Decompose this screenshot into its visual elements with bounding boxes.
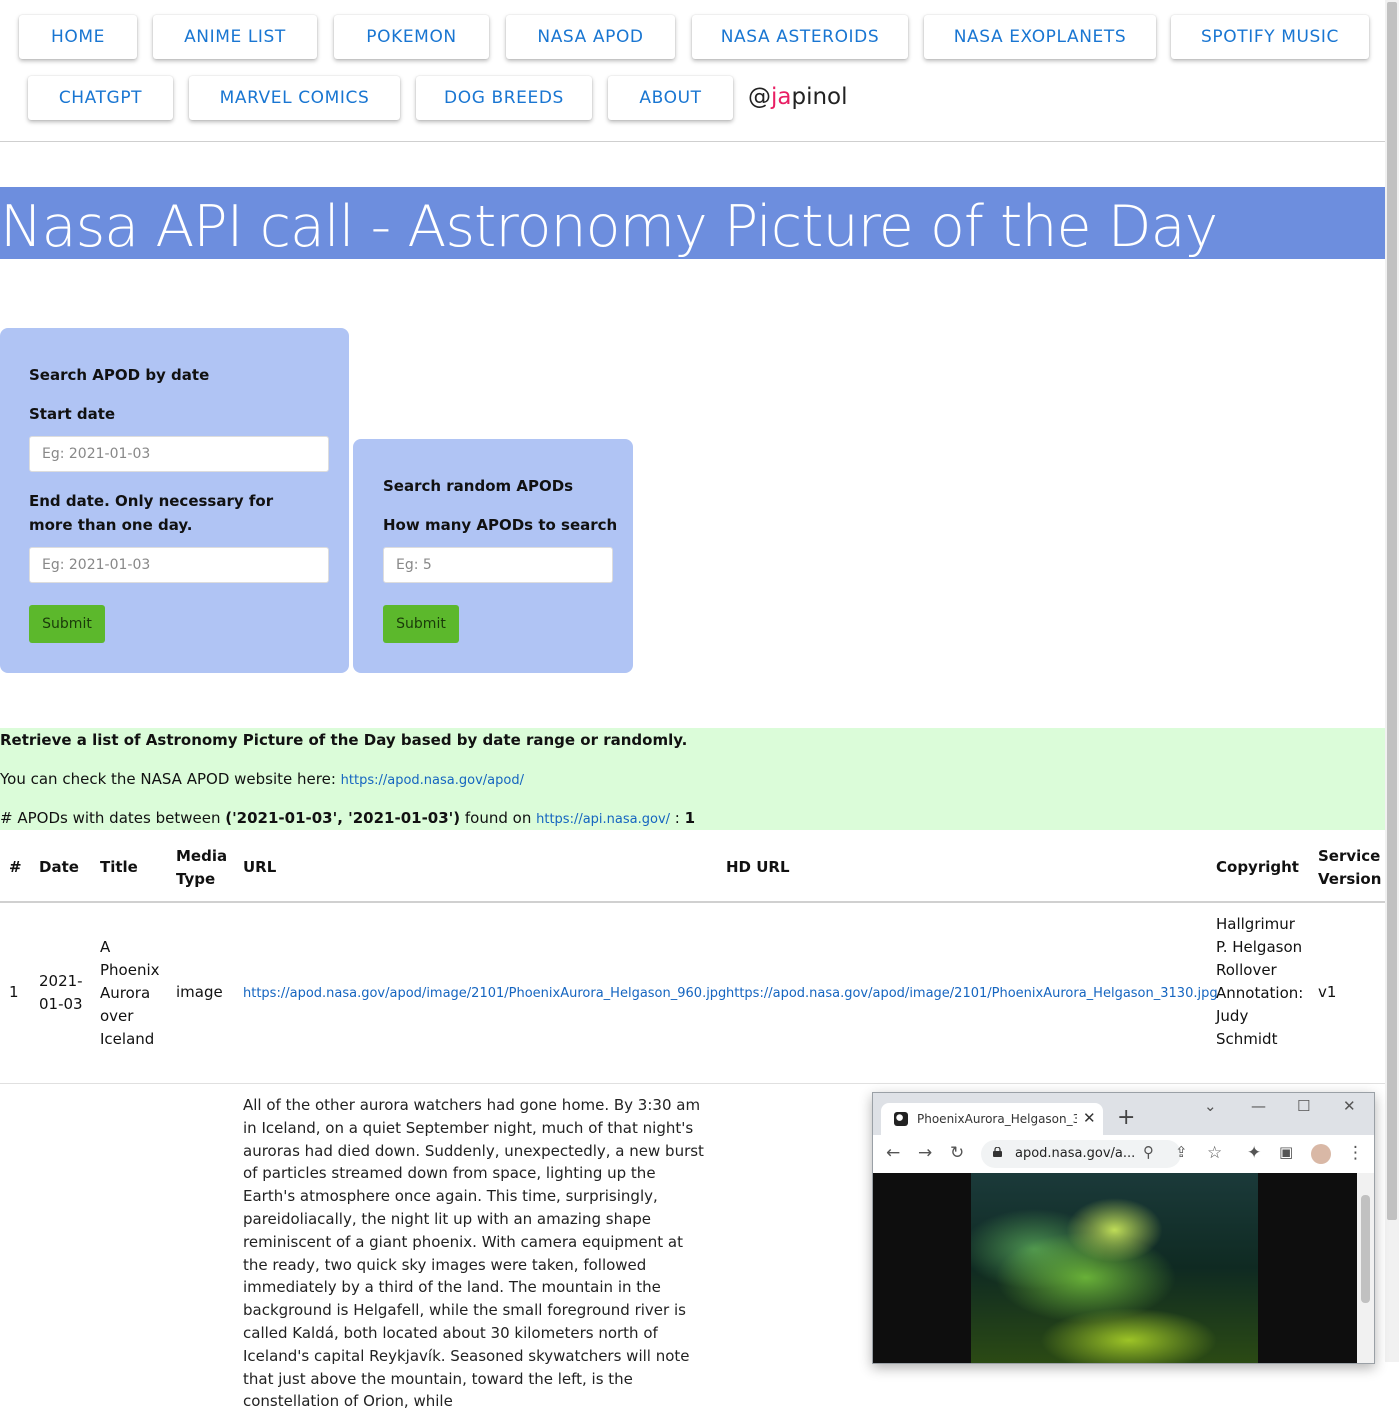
new-tab-icon[interactable]: + <box>1117 1105 1135 1130</box>
close-tab-icon[interactable]: ✕ <box>1083 1109 1096 1127</box>
minimize-icon[interactable]: — <box>1251 1097 1266 1115</box>
popup-scrollbar-thumb[interactable] <box>1361 1195 1370 1303</box>
results-count-prefix: # APODs with dates between <box>0 809 226 827</box>
page-title-banner: Nasa API call - Astronomy Picture of the… <box>0 187 1385 259</box>
maximize-icon[interactable]: ☐ <box>1297 1097 1310 1115</box>
page-scrollbar[interactable] <box>1385 0 1399 1362</box>
results-count-sep: : <box>670 809 685 827</box>
results-info-panel: Retrieve a list of Astronomy Picture of … <box>0 728 1385 830</box>
nav-home-button[interactable]: HOME <box>19 15 137 59</box>
row-num: 1 <box>9 983 19 1001</box>
date-search-submit-button[interactable]: Submit <box>29 605 105 643</box>
nav-anime-list-button[interactable]: ANIME LIST <box>153 15 317 59</box>
address-text: apod.nasa.gov/a... <box>1015 1146 1136 1161</box>
results-count-line: # APODs with dates between ('2021-01-03'… <box>0 809 695 827</box>
brand-prefix: @ <box>748 84 771 110</box>
image-viewport <box>873 1173 1357 1363</box>
row-hd-url-link[interactable]: https://apod.nasa.gov/apod/image/2101/Ph… <box>726 986 1218 1001</box>
extensions-icon[interactable]: ✦ <box>1247 1143 1261 1163</box>
random-count-label: How many APODs to search <box>383 516 618 534</box>
start-date-label: Start date <box>29 405 116 423</box>
image-browser-window: PhoenixAurora_Helgason_3130.jpg ✕ + ⌄ — … <box>872 1092 1375 1364</box>
col-header-title: Title <box>100 858 138 876</box>
nav-pokemon-button[interactable]: POKEMON <box>334 15 489 59</box>
lock-icon <box>993 1147 1002 1157</box>
date-search-card: Search APOD by date Start date End date.… <box>0 328 349 673</box>
brand-suffix: pinol <box>791 84 848 110</box>
results-count-mid: found on <box>460 809 537 827</box>
date-search-heading: Search APOD by date <box>29 366 210 384</box>
phoenix-aurora-image <box>971 1173 1258 1363</box>
share-icon[interactable]: ⇪ <box>1175 1143 1188 1161</box>
col-header-url: URL <box>243 858 277 876</box>
nav-nasa-apod-button[interactable]: NASA APOD <box>506 15 675 59</box>
browser-toolbar: ← → ↻ apod.nasa.gov/a... ⚲ ⇪ ☆ ✦ ▣ ⋮ <box>873 1135 1374 1173</box>
browser-tab-title: PhoenixAurora_Helgason_3130.jpg <box>917 1112 1077 1126</box>
table-row-divider <box>0 1083 1385 1084</box>
nav-nasa-asteroids-button[interactable]: NASA ASTEROIDS <box>692 15 908 59</box>
col-header-num: # <box>9 858 22 876</box>
results-intro: Retrieve a list of Astronomy Picture of … <box>0 731 688 749</box>
row-url-link[interactable]: https://apod.nasa.gov/apod/image/2101/Ph… <box>243 986 726 1001</box>
row-title: A Phoenix Aurora over Iceland <box>100 938 160 1048</box>
close-window-icon[interactable]: ✕ <box>1343 1097 1356 1115</box>
page-title: Nasa API call - Astronomy Picture of the… <box>0 194 1218 259</box>
favicon-icon <box>894 1112 908 1126</box>
results-date-range: ('2021-01-03', '2021-01-03') <box>225 809 461 827</box>
top-navigation: HOME ANIME LIST POKEMON NASA APOD NASA A… <box>0 0 1385 142</box>
apod-website-line: You can check the NASA APOD website here… <box>0 770 524 788</box>
end-date-input[interactable] <box>29 547 329 583</box>
tab-search-chevron-icon[interactable]: ⌄ <box>1204 1097 1217 1115</box>
row-service-version: v1 <box>1318 983 1337 1001</box>
nav-dog-breeds-button[interactable]: DOG BREEDS <box>416 76 592 120</box>
col-header-media-type: Media Type <box>176 847 228 888</box>
row-date: 2021-01-03 <box>39 972 83 1013</box>
random-search-card: Search random APODs How many APODs to se… <box>353 439 633 673</box>
apod-website-link[interactable]: https://apod.nasa.gov/apod/ <box>341 773 524 788</box>
random-search-heading: Search random APODs <box>383 477 574 495</box>
random-search-submit-button[interactable]: Submit <box>383 605 459 643</box>
col-header-service-version: Service Version <box>1318 847 1382 888</box>
page-scrollbar-thumb[interactable] <box>1387 2 1397 1220</box>
row-media-type: image <box>176 983 223 1001</box>
nav-nasa-exoplanets-button[interactable]: NASA EXOPLANETS <box>924 15 1156 59</box>
brand-logo[interactable]: @japinol <box>748 84 848 110</box>
forward-icon[interactable]: → <box>918 1143 932 1163</box>
menu-kebab-icon[interactable]: ⋮ <box>1347 1143 1364 1163</box>
nav-chatgpt-button[interactable]: CHATGPT <box>28 76 173 120</box>
back-icon[interactable]: ← <box>886 1143 900 1163</box>
nav-marvel-comics-button[interactable]: MARVEL COMICS <box>189 76 400 120</box>
col-header-copyright: Copyright <box>1216 858 1299 876</box>
popup-scrollbar[interactable] <box>1357 1173 1374 1363</box>
row-explanation: All of the other aurora watchers had gon… <box>243 1096 704 1411</box>
zoom-icon[interactable]: ⚲ <box>1143 1143 1154 1161</box>
start-date-input[interactable] <box>29 436 329 472</box>
reload-icon[interactable]: ↻ <box>950 1143 964 1163</box>
browser-tab[interactable]: PhoenixAurora_Helgason_3130.jpg ✕ <box>881 1103 1103 1135</box>
table-header-divider <box>0 901 1385 903</box>
col-header-hd-url: HD URL <box>726 858 790 876</box>
profile-avatar[interactable] <box>1311 1144 1331 1164</box>
apod-website-text: You can check the NASA APOD website here… <box>0 770 341 788</box>
end-date-label: End date. Only necessary for more than o… <box>29 492 274 534</box>
random-count-input[interactable] <box>383 547 613 583</box>
nav-about-button[interactable]: ABOUT <box>608 76 733 120</box>
brand-highlight: ja <box>771 84 792 110</box>
side-panel-icon[interactable]: ▣ <box>1279 1143 1293 1161</box>
nav-spotify-music-button[interactable]: SPOTIFY MUSIC <box>1171 15 1369 59</box>
results-count-value: 1 <box>684 809 696 827</box>
row-copyright: Hallgrimur P. Helgason Rollover Annotati… <box>1216 915 1304 1048</box>
nasa-api-link[interactable]: https://api.nasa.gov/ <box>536 812 670 827</box>
col-header-date: Date <box>39 858 79 876</box>
bookmark-star-icon[interactable]: ☆ <box>1207 1143 1222 1163</box>
